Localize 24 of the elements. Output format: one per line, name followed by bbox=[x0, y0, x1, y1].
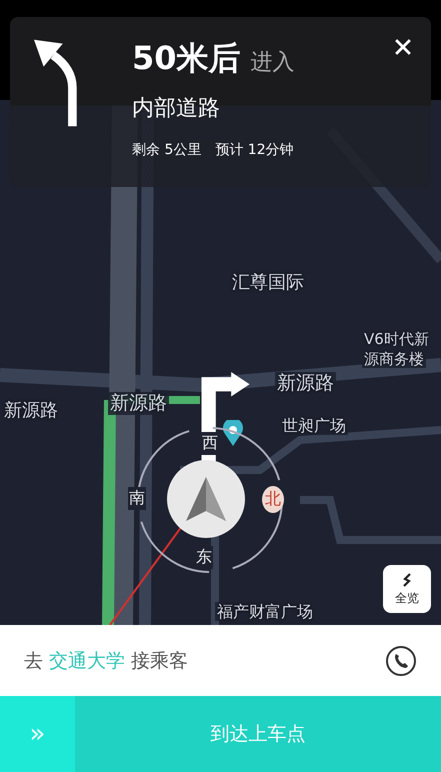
phone-icon bbox=[385, 644, 417, 676]
arrive-pickup-button[interactable]: 到达上车点 bbox=[75, 696, 441, 772]
phone-button[interactable] bbox=[385, 644, 417, 676]
location-pin-icon bbox=[223, 420, 243, 446]
action-text: 进入 bbox=[250, 49, 295, 77]
overview-label: 全览 bbox=[395, 590, 419, 606]
remaining-distance: 剩余 5公里 bbox=[132, 141, 202, 159]
map-label: 汇尊国际 bbox=[230, 272, 306, 294]
compass-west-label: 西 bbox=[201, 432, 219, 455]
distance-text: 50米后 bbox=[132, 38, 241, 79]
overview-button[interactable]: 全览 bbox=[383, 565, 431, 613]
map-label: V6时代新 bbox=[362, 330, 431, 348]
map-label: 世昶广场 bbox=[280, 416, 348, 436]
slide-handle[interactable]: » bbox=[0, 696, 75, 772]
map-label: 源商务楼 bbox=[362, 350, 426, 368]
navigation-arrow-icon bbox=[186, 477, 226, 521]
compass-south-label: 南 bbox=[128, 487, 146, 510]
compass-east-label: 东 bbox=[195, 546, 213, 569]
task-text: 去 交通大学 接乘客 bbox=[24, 648, 188, 674]
map-label: 福产财富广场 bbox=[215, 602, 315, 622]
close-icon bbox=[395, 39, 411, 55]
road-name: 内部道路 bbox=[132, 95, 221, 123]
map-label: 新源路 bbox=[108, 392, 169, 415]
eta-text: 预计 12分钟 bbox=[215, 141, 294, 159]
